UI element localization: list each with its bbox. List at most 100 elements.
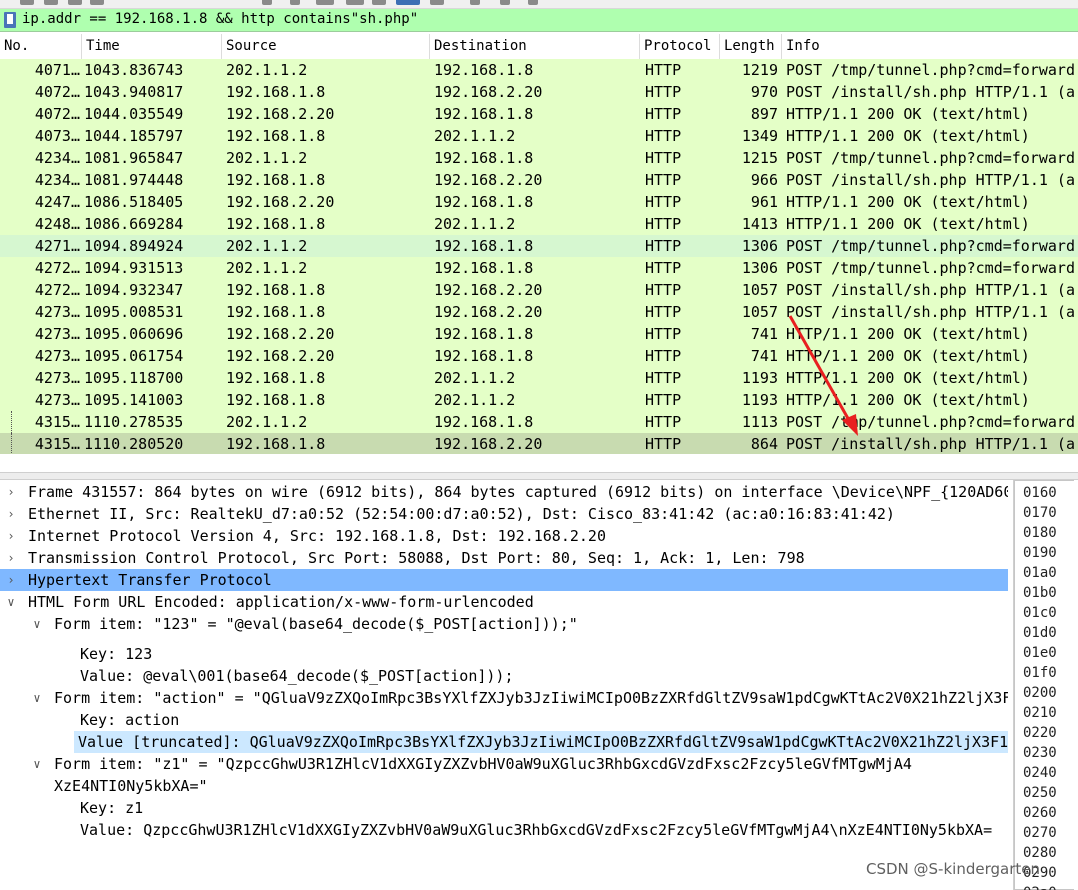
packet-row[interactable]: 4315… 1110.278535 202.1.1.2 192.168.1.8 HTTP… bbox=[0, 411, 1078, 433]
collapse-arrow-icon[interactable]: ∨ bbox=[30, 687, 44, 709]
detail-tree-item[interactable]: › Internet Protocol Version 4, Src: 192.1… bbox=[0, 525, 1008, 547]
toolbar-button[interactable] bbox=[500, 0, 510, 5]
expand-arrow-icon[interactable]: › bbox=[4, 481, 18, 503]
packet-bytes-pane[interactable]: 0160 0170 0180 0190 01a0 01b0 01c0 01d0 01e0 01f0… bbox=[1013, 480, 1078, 890]
detail-tree-item[interactable]: Key: action bbox=[0, 709, 1008, 731]
packet-row[interactable]: 4234… 1081.965847 202.1.1.2 192.168.1.8 HTTP… bbox=[0, 147, 1078, 169]
toolbar-button[interactable] bbox=[90, 0, 104, 5]
expand-arrow-icon[interactable]: › bbox=[4, 525, 18, 547]
detail-tree-item[interactable]: XzE4NTI0Ny5kbXA=" bbox=[0, 775, 1008, 797]
packet-cell-source: 192.168.1.8 bbox=[226, 435, 326, 453]
packet-row[interactable]: 4247… 1086.518405 192.168.2.20 192.168.1.8 H… bbox=[0, 191, 1078, 213]
packet-row[interactable]: 4071… 1043.836743 202.1.1.2 192.168.1.8 HTTP… bbox=[0, 59, 1078, 81]
packet-cell-info: HTTP/1.1 200 OK (text/html) bbox=[786, 215, 1030, 233]
detail-tree-item[interactable]: Value: QzpccGhwU3R1ZHlcV1dXXGIyZXZvbHV0a… bbox=[0, 819, 1008, 841]
bookmark-icon[interactable] bbox=[4, 12, 16, 28]
packet-cell-info: POST /tmp/tunnel.php?cmd=forward bbox=[786, 259, 1075, 277]
column-header-destination[interactable]: Destination bbox=[430, 34, 640, 59]
packet-cell-destination: 192.168.1.8 bbox=[434, 193, 534, 211]
packet-list[interactable]: No. Time Source Destination Protocol Length In… bbox=[0, 34, 1078, 454]
packet-cell-protocol: HTTP bbox=[645, 215, 682, 233]
collapse-arrow-icon[interactable]: ∨ bbox=[4, 591, 18, 613]
packet-cell-time: 1095.118700 bbox=[84, 369, 184, 387]
detail-tree-item[interactable]: › Hypertext Transfer Protocol bbox=[0, 569, 1008, 591]
expand-arrow-icon[interactable]: › bbox=[4, 503, 18, 525]
column-header-info[interactable]: Info bbox=[782, 34, 1078, 59]
column-header-no[interactable]: No. bbox=[0, 34, 82, 59]
packet-cell-no: 4273… bbox=[34, 369, 80, 387]
packet-cell-length: 1193 bbox=[741, 369, 778, 387]
packet-cell-time: 1086.669284 bbox=[84, 215, 184, 233]
packet-row[interactable]: 4072… 1044.035549 192.168.2.20 192.168.1.8 H… bbox=[0, 103, 1078, 125]
packet-row[interactable]: 4273… 1095.141003 192.168.1.8 202.1.1.2 HTTP… bbox=[0, 389, 1078, 411]
packet-cell-protocol: HTTP bbox=[645, 171, 682, 189]
packet-cell-no: 4272… bbox=[34, 281, 80, 299]
packet-cell-protocol: HTTP bbox=[645, 193, 682, 211]
toolbar-button[interactable] bbox=[528, 0, 538, 5]
collapse-arrow-icon[interactable]: ∨ bbox=[30, 613, 44, 635]
detail-tree-text: Transmission Control Protocol, Src Port:… bbox=[28, 549, 805, 567]
detail-tree-text: Form item: "123" = "@eval(base64_decode(… bbox=[54, 615, 578, 633]
display-filter-bar[interactable]: ip.addr == 192.168.1.8 && http contains"… bbox=[0, 9, 1078, 32]
packet-row[interactable]: 4273… 1095.008531 192.168.1.8 192.168.2.20 H… bbox=[0, 301, 1078, 323]
toolbar-button[interactable] bbox=[262, 0, 272, 5]
packet-row[interactable]: 4273… 1095.061754 192.168.2.20 192.168.1.8 H… bbox=[0, 345, 1078, 367]
packet-cell-time: 1095.060696 bbox=[84, 325, 184, 343]
packet-row[interactable]: 4315… 1110.280520 192.168.1.8 192.168.2.20 H… bbox=[0, 433, 1078, 454]
byte-offset: 01e0 bbox=[1023, 645, 1057, 661]
packet-cell-destination: 192.168.2.20 bbox=[434, 171, 543, 189]
packet-cell-length: 1057 bbox=[741, 303, 778, 321]
detail-tree-text: Hypertext Transfer Protocol bbox=[28, 571, 272, 589]
toolbar-button[interactable] bbox=[372, 0, 386, 5]
detail-tree-item[interactable]: › Frame 431557: 864 bytes on wire (6912 b… bbox=[0, 481, 1008, 503]
expand-arrow-icon[interactable]: › bbox=[4, 569, 18, 591]
detail-tree-item[interactable]: Value [truncated]: QGluaV9zZXQoImRpc3BsY… bbox=[74, 731, 1008, 753]
toolbar-button-active[interactable] bbox=[396, 0, 420, 5]
pane-splitter[interactable] bbox=[0, 472, 1078, 480]
display-filter-input[interactable]: ip.addr == 192.168.1.8 && http contains"… bbox=[22, 11, 418, 27]
detail-tree-item[interactable]: ∨ Form item: "123" = "@eval(base64_decode… bbox=[0, 613, 1008, 635]
detail-tree-item[interactable]: Value: @eval\001(base64_decode($_POST[ac… bbox=[0, 665, 1008, 687]
packet-cell-length: 1113 bbox=[741, 413, 778, 431]
column-header-source[interactable]: Source bbox=[222, 34, 430, 59]
expand-arrow-icon[interactable]: › bbox=[4, 547, 18, 569]
column-header-time[interactable]: Time bbox=[82, 34, 222, 59]
packet-row[interactable]: 4272… 1094.931513 202.1.1.2 192.168.1.8 HTTP… bbox=[0, 257, 1078, 279]
packet-row[interactable]: 4073… 1044.185797 192.168.1.8 202.1.1.2 HTTP… bbox=[0, 125, 1078, 147]
packet-cell-destination: 192.168.1.8 bbox=[434, 149, 534, 167]
toolbar-button[interactable] bbox=[470, 0, 480, 5]
packet-details-pane[interactable]: › Frame 431557: 864 bytes on wire (6912 b… bbox=[0, 480, 1008, 890]
toolbar-button[interactable] bbox=[346, 0, 364, 5]
column-header-length[interactable]: Length bbox=[720, 34, 782, 59]
packet-cell-info: POST /tmp/tunnel.php?cmd=forward bbox=[786, 61, 1075, 79]
packet-row[interactable]: 4273… 1095.118700 192.168.1.8 202.1.1.2 HTTP… bbox=[0, 367, 1078, 389]
packet-row[interactable]: 4273… 1095.060696 192.168.2.20 192.168.1.8 H… bbox=[0, 323, 1078, 345]
collapse-arrow-icon[interactable]: ∨ bbox=[30, 753, 44, 775]
packet-cell-source: 202.1.1.2 bbox=[226, 237, 308, 255]
detail-tree-item[interactable]: ∨ Form item: "z1" = "QzpccGhwU3R1ZHlcV1dX… bbox=[0, 753, 1008, 775]
detail-tree-item[interactable]: ∨ Form item: "action" = "QGluaV9zZXQoImRp… bbox=[0, 687, 1008, 709]
detail-tree-item[interactable]: › Transmission Control Protocol, Src Port… bbox=[0, 547, 1008, 569]
detail-tree-item[interactable]: Key: z1 bbox=[0, 797, 1008, 819]
packet-row[interactable]: 4272… 1094.932347 192.168.1.8 192.168.2.20 H… bbox=[0, 279, 1078, 301]
byte-offset: 0170 bbox=[1023, 505, 1057, 521]
byte-offset: 0230 bbox=[1023, 745, 1057, 761]
detail-tree-item[interactable]: ∨ HTML Form URL Encoded: application/x-ww… bbox=[0, 591, 1008, 613]
packet-row[interactable]: 4271… 1094.894924 202.1.1.2 192.168.1.8 HTTP… bbox=[0, 235, 1078, 257]
detail-tree-item[interactable]: Key: 123 bbox=[0, 643, 1008, 665]
toolbar-button[interactable] bbox=[44, 0, 58, 5]
packet-cell-info: POST /tmp/tunnel.php?cmd=forward bbox=[786, 237, 1075, 255]
detail-tree-item[interactable]: › Ethernet II, Src: RealtekU_d7:a0:52 (52… bbox=[0, 503, 1008, 525]
packet-cell-destination: 192.168.1.8 bbox=[434, 325, 534, 343]
packet-row[interactable]: 4072… 1043.940817 192.168.1.8 192.168.2.20 H… bbox=[0, 81, 1078, 103]
packet-row[interactable]: 4248… 1086.669284 192.168.1.8 202.1.1.2 HTTP… bbox=[0, 213, 1078, 235]
toolbar-button[interactable] bbox=[430, 0, 444, 5]
toolbar-button[interactable] bbox=[290, 0, 300, 5]
toolbar-button[interactable] bbox=[68, 0, 82, 5]
packet-cell-source: 192.168.1.8 bbox=[226, 127, 326, 145]
packet-cell-destination: 202.1.1.2 bbox=[434, 369, 516, 387]
packet-row[interactable]: 4234… 1081.974448 192.168.1.8 192.168.2.20 H… bbox=[0, 169, 1078, 191]
toolbar-button[interactable] bbox=[316, 0, 334, 5]
column-header-protocol[interactable]: Protocol bbox=[640, 34, 720, 59]
toolbar-button[interactable] bbox=[20, 0, 34, 5]
